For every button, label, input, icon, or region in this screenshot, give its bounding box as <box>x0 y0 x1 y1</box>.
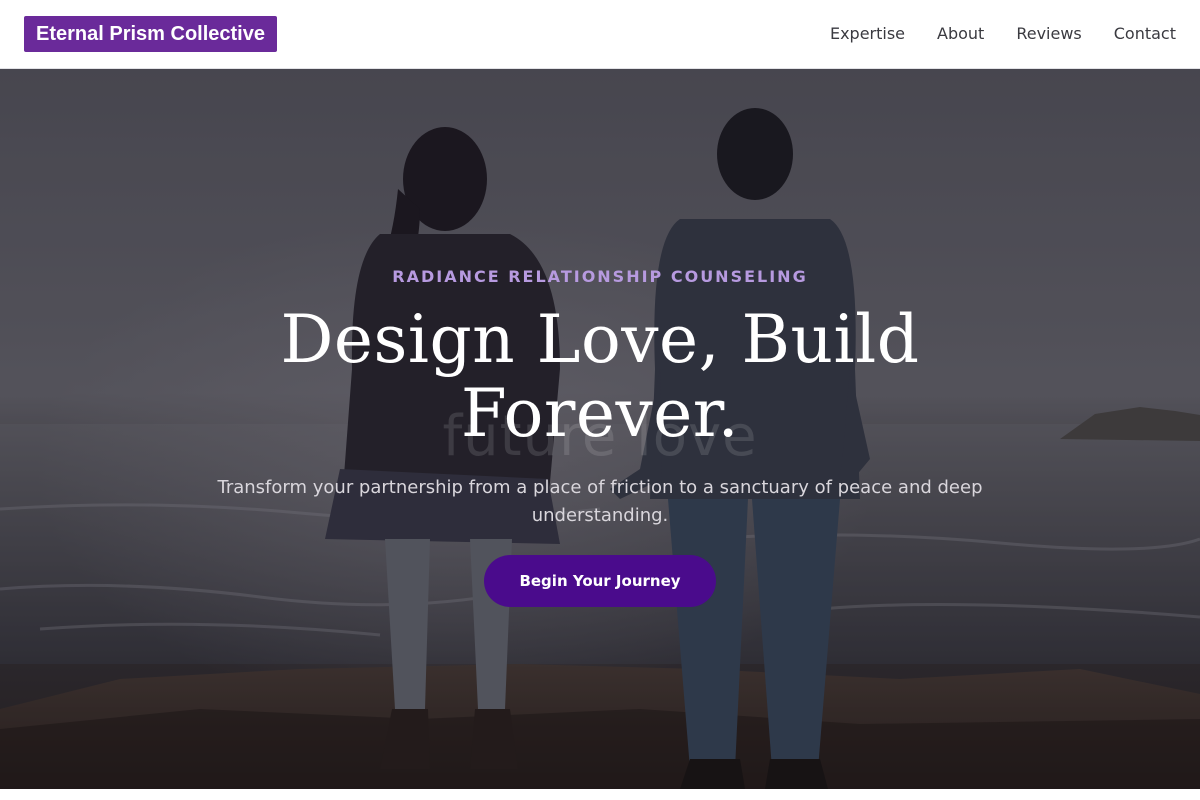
nav-link-expertise[interactable]: Expertise <box>830 24 905 44</box>
begin-journey-button[interactable]: Begin Your Journey <box>484 555 716 607</box>
hero-content: RADIANCE RELATIONSHIP COUNSELING Design … <box>0 69 1200 789</box>
logo[interactable]: Eternal Prism Collective <box>24 16 277 52</box>
nav-link-reviews[interactable]: Reviews <box>1016 24 1081 44</box>
main-nav: Expertise About Reviews Contact <box>798 24 1176 44</box>
nav-link-contact[interactable]: Contact <box>1114 24 1176 44</box>
site-header: Eternal Prism Collective Expertise About… <box>0 0 1200 69</box>
hero-kicker: RADIANCE RELATIONSHIP COUNSELING <box>392 267 808 286</box>
hero-subtitle: Transform your partnership from a place … <box>217 477 983 526</box>
hero-section: RADIANCE RELATIONSHIP COUNSELING Design … <box>0 69 1200 789</box>
nav-link-about[interactable]: About <box>937 24 984 44</box>
hero-ghost-text: future love <box>442 404 758 469</box>
